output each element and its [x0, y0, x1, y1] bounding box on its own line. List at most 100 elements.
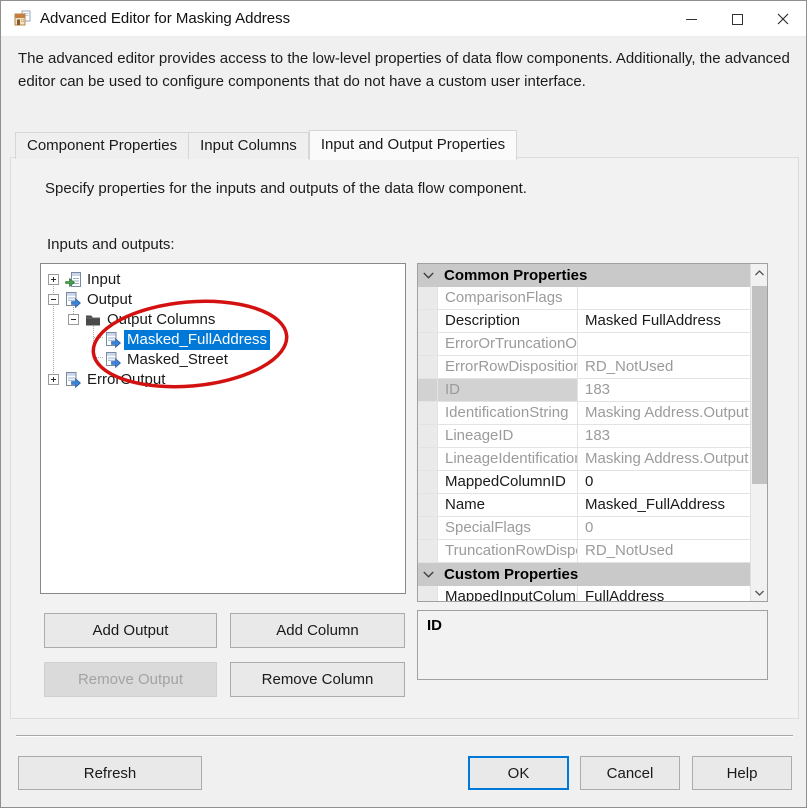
expand-icon[interactable]: [48, 374, 59, 385]
property-value[interactable]: 183: [578, 379, 750, 401]
maximize-button[interactable]: [714, 1, 760, 37]
property-row-mappedinputcolumn[interactable]: MappedInputColumnFullAddress: [418, 586, 750, 602]
property-name: LineageIdentificationString: [438, 448, 578, 470]
folder-icon: [85, 312, 101, 328]
minimize-button[interactable]: [668, 1, 714, 37]
property-value[interactable]: RD_NotUsed: [578, 540, 750, 562]
grid-row-margin: [418, 333, 438, 355]
property-value[interactable]: [578, 287, 750, 309]
tree-item-label: Input: [84, 270, 123, 290]
remove-column-button[interactable]: Remove Column: [230, 662, 405, 697]
property-row-name[interactable]: NameMasked_FullAddress: [418, 494, 750, 517]
property-name: ComparisonFlags: [438, 287, 578, 309]
tab-component-properties[interactable]: Component Properties: [15, 132, 189, 159]
property-value[interactable]: Masked_FullAddress: [578, 494, 750, 516]
property-name: SpecialFlags: [438, 517, 578, 539]
output-icon: [65, 292, 81, 308]
refresh-button[interactable]: Refresh: [18, 756, 202, 790]
property-value[interactable]: 0: [578, 471, 750, 493]
output-icon: [65, 372, 81, 388]
property-value[interactable]: 0: [578, 517, 750, 539]
property-value[interactable]: Masking Address.Output: [578, 402, 750, 424]
property-name: Name: [438, 494, 578, 516]
grid-row-margin: [418, 494, 438, 516]
property-name: MappedInputColumn: [438, 586, 578, 602]
tree-item-label: ErrorOutput: [84, 370, 168, 390]
title-bar: Advanced Editor for Masking Address: [1, 1, 806, 37]
property-name: MappedColumnID: [438, 471, 578, 493]
collapse-icon[interactable]: [68, 314, 79, 325]
app-icon: [14, 10, 31, 27]
property-row-errorortruncationoperation[interactable]: ErrorOrTruncationOperation: [418, 333, 750, 356]
tree-item-masked-fulladdress[interactable]: Masked_FullAddress: [41, 330, 405, 350]
property-value[interactable]: Masked FullAddress: [578, 310, 750, 332]
property-row-identificationstring[interactable]: IdentificationStringMasking Address.Outp…: [418, 402, 750, 425]
tab-input-columns[interactable]: Input Columns: [189, 132, 309, 159]
collapse-icon[interactable]: [48, 294, 59, 305]
chevron-down-icon[interactable]: [418, 571, 438, 578]
remove-output-button[interactable]: Remove Output: [44, 662, 217, 697]
property-row-id[interactable]: ID183: [418, 379, 750, 402]
maximize-icon: [732, 14, 743, 25]
property-row-mappedcolumnid[interactable]: MappedColumnID0: [418, 471, 750, 494]
grid-row-margin: [418, 402, 438, 424]
property-row-truncationrowdisposition[interactable]: TruncationRowDispositionRD_NotUsed: [418, 540, 750, 563]
grid-section-common-properties[interactable]: Common Properties: [418, 264, 750, 287]
property-name: TruncationRowDisposition: [438, 540, 578, 562]
ok-button[interactable]: OK: [468, 756, 569, 790]
grid-section-title: Custom Properties: [444, 566, 578, 583]
intro-text: The advanced editor provides access to t…: [18, 47, 790, 93]
grid-row-margin: [418, 517, 438, 539]
tree-item-input[interactable]: Input: [41, 270, 405, 290]
tree-item-label: Output Columns: [104, 310, 218, 330]
tree-item-erroroutput[interactable]: ErrorOutput: [41, 370, 405, 390]
property-row-comparisonflags[interactable]: ComparisonFlags: [418, 287, 750, 310]
property-value[interactable]: [578, 333, 750, 355]
tree-item-masked-street[interactable]: Masked_Street: [41, 350, 405, 370]
property-row-lineageid[interactable]: LineageID183: [418, 425, 750, 448]
scrollbar-thumb[interactable]: [752, 286, 767, 484]
property-value[interactable]: 183: [578, 425, 750, 447]
property-value[interactable]: RD_NotUsed: [578, 356, 750, 378]
chevron-down-icon[interactable]: [418, 272, 438, 279]
scrollbar-down-icon[interactable]: [751, 584, 768, 601]
advanced-editor-dialog: Advanced Editor for Masking Address The …: [0, 0, 807, 808]
cancel-button[interactable]: Cancel: [580, 756, 680, 790]
property-row-specialflags[interactable]: SpecialFlags0: [418, 517, 750, 540]
property-value[interactable]: Masking Address.Output: [578, 448, 750, 470]
tree-item-label: Output: [84, 290, 135, 310]
property-description-title: ID: [427, 617, 758, 634]
inputs-outputs-label: Inputs and outputs:: [47, 236, 175, 253]
grid-row-margin: [418, 379, 438, 401]
window-title: Advanced Editor for Masking Address: [40, 10, 290, 27]
expand-icon[interactable]: [48, 274, 59, 285]
property-row-description[interactable]: DescriptionMasked FullAddress: [418, 310, 750, 333]
property-name: IdentificationString: [438, 402, 578, 424]
scrollbar-up-icon[interactable]: [751, 264, 768, 281]
property-name: ID: [438, 379, 578, 401]
property-grid-scrollbar[interactable]: [750, 264, 767, 601]
property-description-box: ID: [417, 610, 768, 680]
add-column-button[interactable]: Add Column: [230, 613, 405, 648]
property-row-lineageidentificationstring[interactable]: LineageIdentificationStringMasking Addre…: [418, 448, 750, 471]
property-name: LineageID: [438, 425, 578, 447]
close-button[interactable]: [760, 1, 806, 37]
minimize-icon: [686, 19, 697, 20]
property-row-errorrowdisposition[interactable]: ErrorRowDispositionRD_NotUsed: [418, 356, 750, 379]
help-button[interactable]: Help: [692, 756, 792, 790]
tab-strip: Component PropertiesInput ColumnsInput a…: [15, 130, 517, 159]
tree-item-label: Masked_Street: [124, 350, 231, 370]
add-output-button[interactable]: Add Output: [44, 613, 217, 648]
grid-row-margin: [418, 540, 438, 562]
property-value[interactable]: FullAddress: [578, 586, 750, 602]
grid-row-margin: [418, 287, 438, 309]
grid-row-margin: [418, 586, 438, 602]
tree-item-output-columns[interactable]: Output Columns: [41, 310, 405, 330]
column-icon: [105, 352, 121, 368]
property-name: ErrorOrTruncationOperation: [438, 333, 578, 355]
grid-section-custom-properties[interactable]: Custom Properties: [418, 563, 750, 586]
inputs-outputs-tree: InputOutputOutput ColumnsMasked_FullAddr…: [40, 263, 406, 594]
tree-item-output[interactable]: Output: [41, 290, 405, 310]
property-name: ErrorRowDisposition: [438, 356, 578, 378]
tab-input-and-output-properties[interactable]: Input and Output Properties: [309, 130, 517, 160]
